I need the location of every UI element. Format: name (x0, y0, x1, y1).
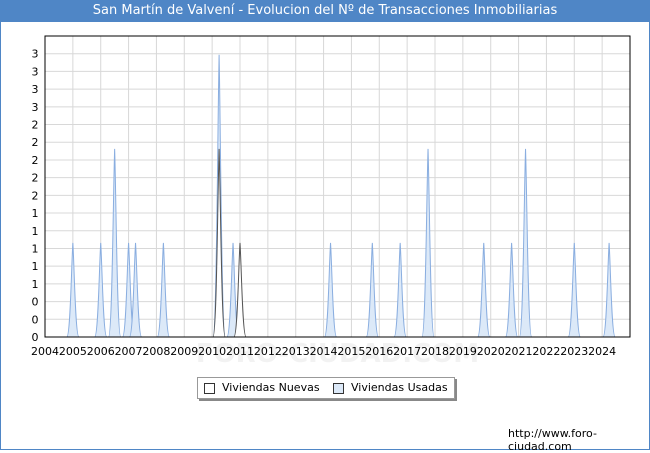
y-tick-label: 1 (32, 242, 39, 255)
y-tick-label: 3 (32, 65, 39, 78)
y-tick-label: 0 (32, 296, 39, 309)
y-tick-label: 1 (32, 207, 39, 220)
legend-label-usadas: Viviendas Usadas (351, 381, 448, 394)
y-tick-label: 2 (32, 136, 39, 149)
x-tick-label: 2013 (282, 345, 310, 358)
x-tick-label: 2004 (31, 345, 59, 358)
x-tick-label: 2019 (449, 345, 477, 358)
x-tick-label: 2012 (254, 345, 282, 358)
y-tick-label: 0 (32, 313, 39, 326)
x-tick-label: 2023 (560, 345, 588, 358)
x-tick-label: 2014 (310, 345, 338, 358)
x-tick-label: 2005 (59, 345, 87, 358)
x-tick-label: 2010 (198, 345, 226, 358)
x-tick-label: 2006 (87, 345, 115, 358)
legend-label-nuevas: Viviendas Nuevas (222, 381, 320, 394)
y-tick-label: 2 (32, 172, 39, 185)
x-tick-label: 2024 (588, 345, 616, 358)
y-tick-label: 2 (32, 189, 39, 202)
x-tick-label: 2021 (505, 345, 533, 358)
plot-area (45, 36, 630, 337)
y-tick-label: 1 (32, 278, 39, 291)
x-tick-label: 2008 (142, 345, 170, 358)
y-tick-label: 3 (32, 48, 39, 61)
y-tick-label: 0 (32, 331, 39, 344)
chart-legend: Viviendas Nuevas Viviendas Usadas (197, 377, 455, 399)
x-tick-label: 2017 (393, 345, 421, 358)
y-tick-label: 2 (32, 119, 39, 132)
x-tick-label: 2007 (115, 345, 143, 358)
y-tick-label: 1 (32, 225, 39, 238)
x-tick-label: 2009 (170, 345, 198, 358)
source-url[interactable]: http://www.foro-ciudad.com (508, 427, 650, 453)
y-tick-label: 3 (32, 83, 39, 96)
y-tick-label: 3 (32, 101, 39, 114)
x-tick-label: 2011 (226, 345, 254, 358)
x-tick-label: 2022 (532, 345, 560, 358)
y-tick-label: 1 (32, 260, 39, 273)
legend-swatch-nuevas (204, 383, 215, 394)
x-tick-label: 2020 (477, 345, 505, 358)
legend-swatch-usadas (333, 383, 344, 394)
y-tick-label: 2 (32, 154, 39, 167)
x-tick-label: 2018 (421, 345, 449, 358)
x-tick-label: 2015 (337, 345, 365, 358)
x-tick-label: 2016 (365, 345, 393, 358)
